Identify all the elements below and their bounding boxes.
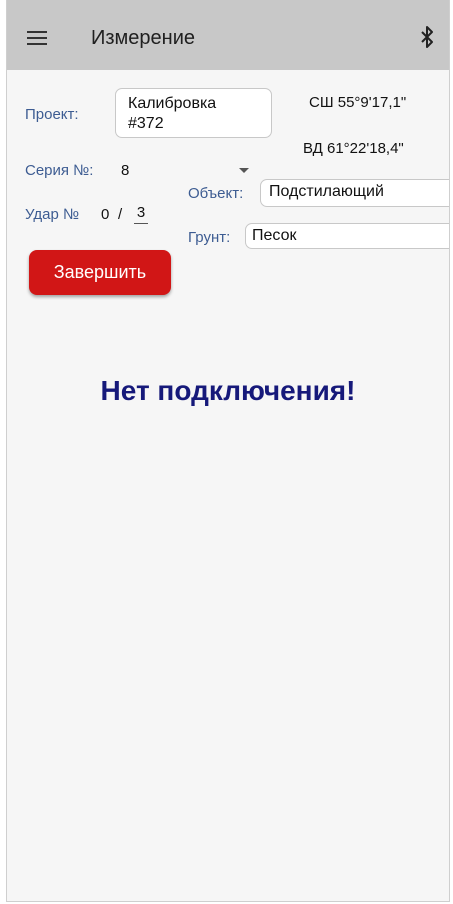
series-value[interactable]: 8 bbox=[121, 162, 129, 179]
soil-field[interactable]: Песок bbox=[245, 223, 449, 249]
hit-total-input[interactable]: 3 bbox=[134, 204, 148, 224]
project-label: Проект: bbox=[25, 106, 79, 123]
project-field[interactable]: Калибровка #372 bbox=[115, 88, 272, 138]
project-value-line1: Калибровка bbox=[128, 95, 217, 112]
soil-label: Грунт: bbox=[188, 229, 231, 246]
hamburger-menu-icon[interactable] bbox=[27, 31, 51, 45]
project-value-line2: #372 bbox=[128, 115, 164, 132]
app-screen: Измерение Проект: Калибровка #372 СШ 55°… bbox=[6, 0, 450, 902]
connection-status-message: Нет подключения! bbox=[100, 375, 356, 406]
longitude-readout: ВД 61°22'18,4" bbox=[303, 140, 404, 157]
series-label: Серия №: bbox=[25, 162, 94, 179]
app-bar: Измерение bbox=[7, 0, 449, 70]
bluetooth-icon bbox=[421, 26, 433, 48]
object-field[interactable]: Подстилающий bbox=[260, 179, 449, 207]
page-title: Измерение bbox=[91, 27, 196, 49]
finish-button[interactable]: Завершить bbox=[29, 250, 171, 295]
hit-current: 0 bbox=[101, 206, 110, 223]
hit-separator: / bbox=[118, 206, 123, 223]
object-label: Объект: bbox=[188, 185, 244, 202]
latitude-readout: СШ 55°9'17,1" bbox=[309, 94, 407, 111]
series-dropdown-arrow-icon[interactable] bbox=[239, 168, 249, 174]
hit-label: Удар № bbox=[25, 206, 80, 223]
